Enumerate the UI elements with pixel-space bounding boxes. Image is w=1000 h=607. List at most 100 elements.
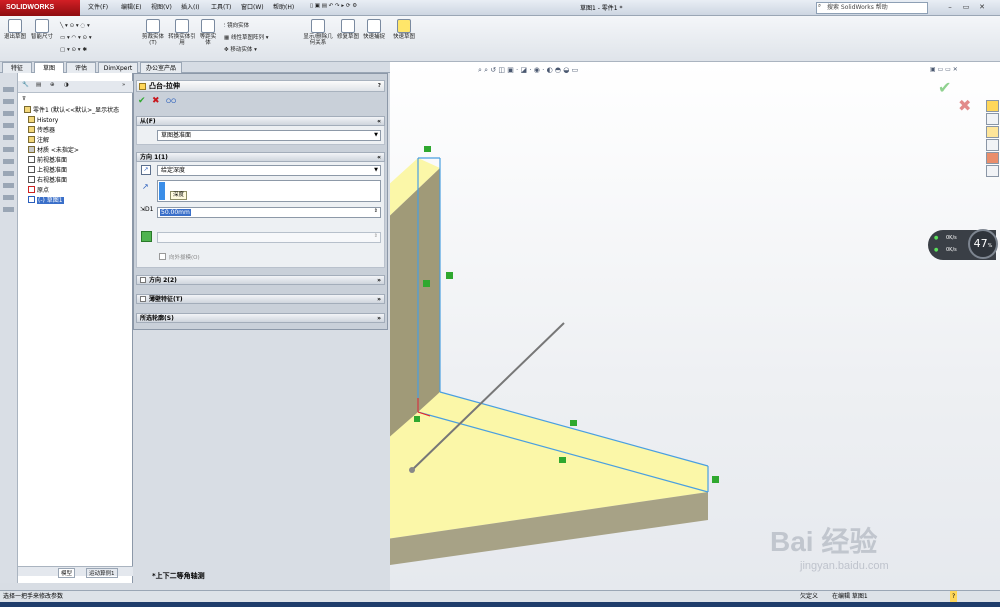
relation-marker[interactable] [423,280,430,287]
expand-chevron-icon[interactable]: » [122,82,125,88]
snap-icon [367,19,381,33]
menu-insert[interactable]: 插入(I) [181,3,199,13]
tab-office-products[interactable]: 办公室产品 [140,62,182,73]
tree-item-top-plane[interactable]: 上视基准面 [28,166,67,175]
direction2-checkbox[interactable] [140,277,146,283]
direction1-section-header[interactable]: 方向 1(1) « [136,152,385,162]
property-manager-tab-icon[interactable]: ▤ [36,82,41,88]
sketch-tools-icons[interactable] [3,83,14,213]
trim-entities-button[interactable]: 剪裁实体(T) [140,19,166,46]
task-pane-appearances-icon[interactable] [986,152,999,164]
menu-file[interactable]: 文件(F) [88,3,108,13]
feature-manager-tab-icon[interactable]: 🔧 [22,82,29,88]
relation-marker[interactable] [446,272,453,279]
convert-entities-button[interactable]: 转换实体引用 [168,19,196,46]
command-manager-tabs: 特征 草图 评估 DimXpert 办公室产品 [0,62,390,73]
tree-item-annotations[interactable]: 注解 [28,136,49,145]
menu-edit[interactable]: 编辑(E) [121,3,141,13]
plane-icon [28,166,35,173]
search-input[interactable]: 搜索 SolidWorks 帮助 [816,2,928,14]
relation-marker[interactable] [712,476,719,483]
tab-sketch[interactable]: 草图 [34,62,64,73]
upload-speed: 0K/s [946,235,957,241]
relation-marker[interactable] [414,416,420,422]
sketch-tools-group[interactable]: ╲ ▾ ⊙ ▾ ◌ ▾ ▭ ▾ ◠ ▾ ⊙ ▾ ▢ ▾ ⊙ ▾ ✱ [60,20,135,56]
linear-pattern-button[interactable]: ▦ 线性草图阵列 ▾ [224,32,268,44]
task-pane-design-library-icon[interactable] [986,113,999,125]
graphics-area[interactable]: ⌕ ⌕ ↺ ◫ ▣ · ◪ · ◉ · ◐ ◓ ◒ ▭ ▣ ▭ ▭ ✕ ✔ ✖ … [152,62,1000,590]
spinner-icon[interactable]: ⇕ [374,208,378,214]
menu-tools[interactable]: 工具(T) [211,3,231,13]
tab-features[interactable]: 特征 [2,62,32,73]
draft-toggle-icon[interactable] [141,231,152,242]
solidworks-logo[interactable]: SOLIDWORKS [0,0,80,16]
configuration-tab-icon[interactable]: ⊕ [50,82,55,88]
exit-sketch-button[interactable]: 退出草图 [4,19,26,40]
task-pane-view-palette-icon[interactable] [986,139,999,151]
extrude-drag-handle[interactable] [409,467,415,473]
tab-evaluate[interactable]: 评估 [66,62,96,73]
tree-item-sketch1[interactable]: (-) 草图1 [28,196,64,205]
model-view[interactable] [390,62,1000,590]
direction-selection-box[interactable] [157,180,381,202]
filter-icon[interactable]: ⊽ [22,96,26,102]
close-icon[interactable]: ✕ [976,2,988,13]
thin-feature-section-header[interactable]: 薄壁特征(T)» [136,294,385,304]
from-section-header[interactable]: 从(F) « [136,116,385,126]
tree-item-front-plane[interactable]: 前视基准面 [28,156,67,165]
move-entities-button[interactable]: ✥ 移动实体 ▾ [224,44,268,56]
tree-item-sensors[interactable]: 传感器 [28,126,55,135]
preview-glasses-icon[interactable]: ୦୦ [166,97,176,106]
offset-entities-button[interactable]: 等距实体 [198,19,218,46]
pattern-tools-group[interactable]: ⫶ 镜向实体 ▦ 线性草图阵列 ▾ ✥ 移动实体 ▾ [224,20,268,56]
thin-feature-checkbox[interactable] [140,296,146,302]
tree-item-right-plane[interactable]: 右视基准面 [28,176,67,185]
help-icon[interactable]: ? [378,81,381,92]
menu-view[interactable]: 视图(V) [151,3,172,13]
quick-snaps-button[interactable]: 快速捕捉 [363,19,385,40]
tab-motion-study[interactable]: 运动算例1 [86,568,118,578]
restore-icon[interactable]: ▭ [960,2,972,13]
task-pane-resources-icon[interactable] [986,100,999,112]
from-section-body: 草图基准面 ▼ [136,126,385,145]
tree-root[interactable]: 零件1 (默认<<默认>_显示状态 [24,106,119,115]
menu-help[interactable]: 帮助(H) [273,3,294,13]
task-pane-file-explorer-icon[interactable] [986,126,999,138]
draft-angle-input[interactable]: ⇕ [157,232,381,243]
exit-sketch-icon [8,19,22,33]
display-relations-button[interactable]: 显示/删除几何关系 [302,19,334,46]
smart-dimension-icon [35,19,49,33]
rapid-sketch-button[interactable]: 快速草图 [392,19,416,40]
quick-access-toolbar[interactable]: ▯ ▣ ▤ ↶ ↷ ▸ ⟳ ⚙ [310,3,357,9]
tab-model[interactable]: 模型 [58,568,76,578]
status-help-icon[interactable]: ? [950,591,958,602]
draft-outward-checkbox[interactable] [159,253,166,260]
direction2-section-header[interactable]: 方向 2(2)» [136,275,385,285]
relation-marker[interactable] [559,457,566,463]
repair-sketch-button[interactable]: 修复草图 [337,19,359,40]
tab-dimxpert[interactable]: DimXpert [98,62,138,73]
menu-window[interactable]: 窗口(W) [241,3,264,13]
tree-item-material[interactable]: 材质 <未指定> [28,146,79,155]
end-condition-select[interactable]: 给定深度 ▼ [157,165,381,176]
relation-marker[interactable] [570,420,577,426]
windows-taskbar [0,602,1000,607]
smart-dimension-button[interactable]: 智能尺寸 [31,19,53,40]
tree-item-history[interactable]: History [28,116,58,125]
spinner-icon: ⇕ [373,233,378,239]
selected-contours-section-header[interactable]: 所选轮廓(S)» [136,313,385,323]
display-manager-tab-icon[interactable]: ◑ [64,82,69,88]
relation-marker[interactable] [424,146,431,152]
minimize-icon[interactable]: – [944,2,956,13]
mirror-entities-button[interactable]: ⫶ 镜向实体 [224,20,268,32]
cancel-x-icon[interactable]: ✖ [152,96,160,106]
speed-percent-bubble: 47% [968,229,998,259]
task-pane-custom-properties-icon[interactable] [986,165,999,177]
from-select[interactable]: 草图基准面 ▼ [157,130,381,141]
reverse-direction-icon[interactable]: ↗ [141,165,151,175]
tree-item-origin[interactable]: 原点 [28,186,49,195]
depth-input[interactable]: 50.00mm ⇕ [157,207,381,218]
ok-check-icon[interactable]: ✔ [138,96,146,106]
repair-icon [341,19,355,33]
upload-icon: ● [934,235,939,241]
